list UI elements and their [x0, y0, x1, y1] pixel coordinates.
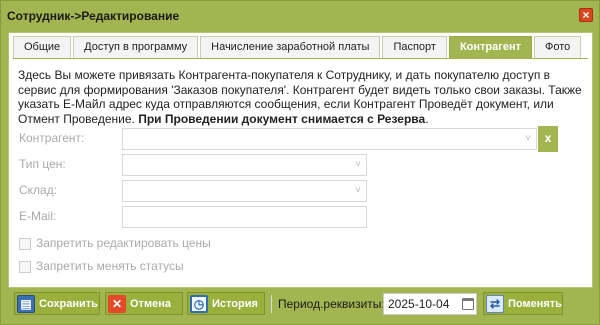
- deny-status-change-label[interactable]: Запретить менять статусы: [36, 259, 184, 273]
- info-text-bold: При Проведении документ снимается с Резе…: [138, 111, 426, 126]
- clock-icon: ◷: [190, 294, 208, 313]
- counterparty-select[interactable]: ˅: [122, 128, 537, 150]
- apply-period-button-label: Поменять: [508, 297, 562, 310]
- info-text: Здесь Вы можете привязать Контрагента-по…: [18, 68, 583, 126]
- close-icon[interactable]: ×: [579, 8, 593, 22]
- history-button[interactable]: ◷ История: [187, 292, 265, 315]
- tabs-divider: [13, 58, 588, 59]
- price-type-row: Тип цен: ˅: [19, 154, 379, 176]
- dialog-window: Сотрудник->Редактирование × Общие Доступ…: [0, 0, 600, 325]
- tab-counterparty[interactable]: Контрагент: [448, 36, 533, 58]
- price-type-label: Тип цен:: [19, 157, 66, 171]
- warehouse-select[interactable]: ˅: [122, 180, 367, 202]
- calendar-icon[interactable]: [462, 298, 474, 310]
- tab-passport[interactable]: Паспорт: [382, 36, 447, 58]
- floppy-disk-icon: ▤: [17, 294, 35, 313]
- deny-price-edit-label[interactable]: Запретить редактировать цены: [36, 236, 211, 250]
- cancel-button[interactable]: ✕ Отмена: [105, 292, 183, 315]
- deny-status-change-checkbox[interactable]: [19, 261, 31, 273]
- cancel-x-icon: ✕: [108, 294, 126, 313]
- deny-status-change-row: Запретить менять статусы: [19, 259, 269, 275]
- tab-salary[interactable]: Начисление заработной платы: [200, 36, 381, 58]
- chevron-down-icon[interactable]: ˅: [521, 132, 535, 146]
- window-title: Сотрудник->Редактирование: [7, 9, 180, 23]
- footer-toolbar: ▤ Сохранить ✕ Отмена ◷ История Период.ре…: [1, 291, 599, 321]
- apply-period-button[interactable]: ⇄ Поменять: [483, 292, 563, 315]
- clear-counterparty-button[interactable]: x: [538, 126, 558, 152]
- titlebar[interactable]: Сотрудник->Редактирование ×: [1, 1, 599, 30]
- chevron-down-icon[interactable]: ˅: [351, 184, 365, 198]
- toolbar-separator: [271, 295, 272, 313]
- tab-program-access[interactable]: Доступ в программу: [73, 36, 199, 58]
- email-label: E-Mail:: [19, 209, 57, 223]
- save-button[interactable]: ▤ Сохранить: [14, 292, 100, 315]
- email-row: E-Mail:: [19, 206, 379, 228]
- cancel-button-label: Отмена: [130, 297, 171, 310]
- content-panel: Общие Доступ в программу Начисление зара…: [8, 32, 593, 288]
- tab-general[interactable]: Общие: [13, 36, 72, 58]
- counterparty-label: Контрагент:: [19, 131, 85, 145]
- save-button-label: Сохранить: [39, 297, 98, 310]
- deny-price-edit-row: Запретить редактировать цены: [19, 236, 269, 252]
- email-field[interactable]: [122, 206, 367, 228]
- warehouse-row: Склад: ˅: [19, 180, 379, 202]
- swap-icon: ⇄: [486, 294, 504, 313]
- warehouse-label: Склад:: [19, 183, 58, 197]
- period-date-value: 2025-10-04: [388, 297, 450, 311]
- period-date-input[interactable]: 2025-10-04: [383, 293, 477, 315]
- chevron-down-icon[interactable]: ˅: [351, 158, 365, 172]
- price-type-select[interactable]: ˅: [122, 154, 367, 176]
- counterparty-row: Контрагент: ˅ x: [19, 126, 579, 152]
- period-label: Период.реквизиты:: [278, 297, 385, 311]
- tab-bar: Общие Доступ в программу Начисление зара…: [13, 36, 583, 58]
- info-text-end: .: [425, 111, 429, 126]
- history-button-label: История: [212, 297, 258, 310]
- tab-photo[interactable]: Фото: [534, 36, 582, 58]
- deny-price-edit-checkbox[interactable]: [19, 238, 31, 250]
